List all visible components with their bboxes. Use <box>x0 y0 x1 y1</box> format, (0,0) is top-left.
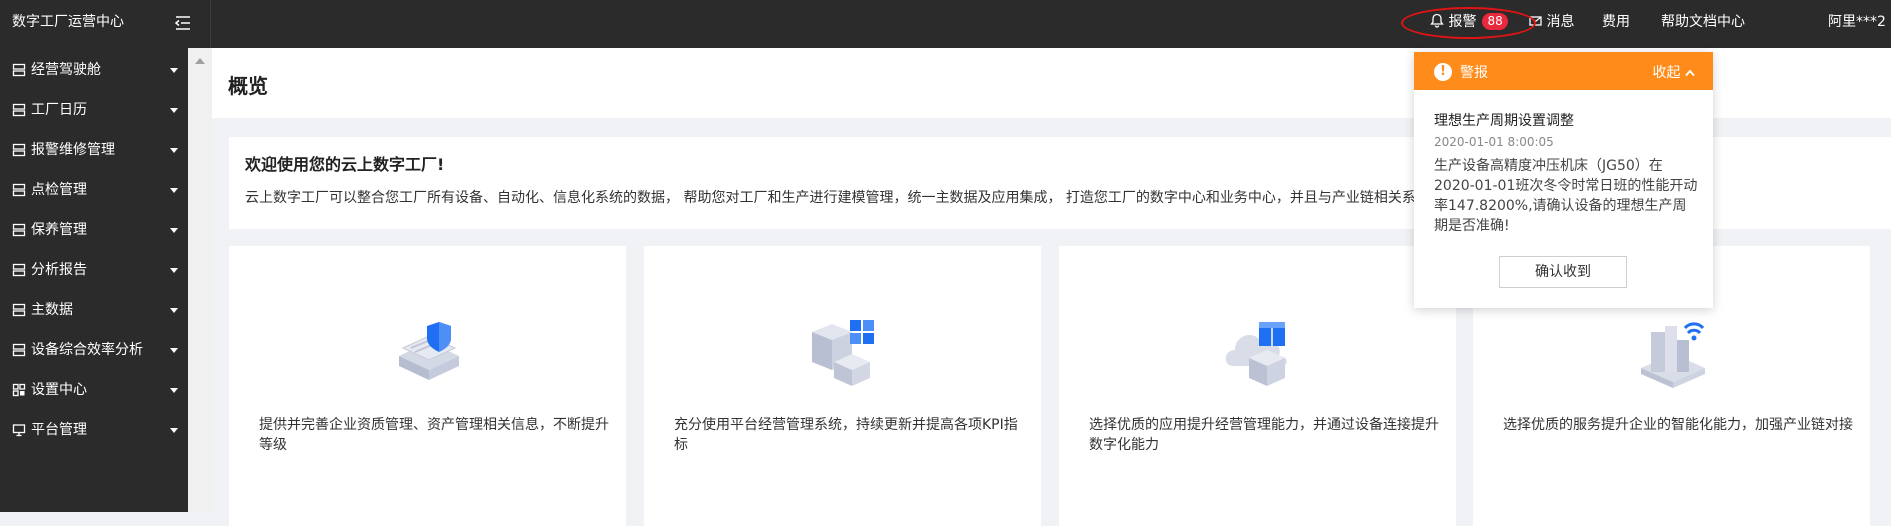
sidebar-item-label: 点检管理 <box>31 182 87 198</box>
sidebar-item-label: 平台管理 <box>31 422 87 438</box>
sidebar-item-settings[interactable]: 设置中心 <box>0 370 188 410</box>
messages-label: 消息 <box>1546 14 1575 30</box>
user-name: 阿里***2 <box>1828 14 1886 30</box>
collapse-label: 收起 <box>1652 65 1681 81</box>
alarm-message-time: 2020-01-01 8:00:05 <box>1434 135 1554 149</box>
sidebar-item-label: 工厂日历 <box>31 102 87 118</box>
sidebar-item-upkeep[interactable]: 保养管理 <box>0 210 188 250</box>
sidebar-item-inspection[interactable]: 点检管理 <box>0 170 188 210</box>
sidebar-item-label: 经营驾驶舱 <box>31 62 101 78</box>
caret-down-icon <box>170 348 178 353</box>
top-bar: 数字工厂运营中心 报警 88 消息 费用 帮助文档中心 阿里***2 <box>0 0 1891 48</box>
alarm-highlight-ring <box>1401 7 1536 39</box>
help-label: 帮助文档中心 <box>1661 14 1745 30</box>
help-nav-item[interactable]: 帮助文档中心 <box>1661 0 1745 45</box>
caret-down-icon <box>170 108 178 113</box>
confirm-received-button[interactable]: 确认收到 <box>1499 256 1627 288</box>
collapse-button[interactable]: 收起 <box>1653 62 1695 82</box>
sidebar-item-factory-calendar[interactable]: 工厂日历 <box>0 90 188 130</box>
shield-document-icon <box>399 322 459 380</box>
sidebar-item-analysis-report[interactable]: 分析报告 <box>0 250 188 290</box>
server-icon <box>12 303 26 317</box>
grid-icon <box>12 383 26 397</box>
app-title: 数字工厂运营中心 <box>12 14 124 30</box>
sidebar-item-label: 报警维修管理 <box>31 142 115 158</box>
monitor-icon <box>12 424 26 437</box>
sidebar-item-platform[interactable]: 平台管理 <box>0 410 188 450</box>
sidebar-item-business-cockpit[interactable]: 经营驾驶舱 <box>0 50 188 90</box>
cube-grid-icon <box>812 320 874 386</box>
alarm-popup-title: 警报 <box>1460 65 1488 81</box>
fees-nav-item[interactable]: 费用 <box>1602 0 1630 45</box>
topbar-divider <box>210 0 211 48</box>
feature-card-description: 充分使用平台经营管理系统，持续更新并提高各项KPI指标 <box>674 417 1018 453</box>
caret-down-icon <box>170 308 178 313</box>
server-icon <box>12 183 26 197</box>
sidebar-item-label: 设置中心 <box>31 382 87 398</box>
caret-down-icon <box>170 228 178 233</box>
server-icon <box>12 63 26 77</box>
caret-down-icon <box>170 68 178 73</box>
building-wifi-icon <box>1641 322 1705 388</box>
sidebar-item-label: 主数据 <box>31 302 73 318</box>
caret-down-icon <box>170 428 178 433</box>
alarm-message-title: 理想生产周期设置调整 <box>1434 113 1574 129</box>
page-title: 概览 <box>228 74 268 98</box>
fees-label: 费用 <box>1602 14 1630 30</box>
sidebar: 经营驾驶舱 工厂日历 报警维修管理 点检管理 保养管理 分析报告 主数据 设备综… <box>0 48 188 512</box>
chevron-up-icon <box>1685 69 1695 77</box>
server-icon <box>12 143 26 157</box>
feature-card[interactable]: 选择优质的应用提升经营管理能力，并通过设备连接提升数字化能力 <box>1059 246 1456 526</box>
caret-down-icon <box>170 388 178 393</box>
user-menu[interactable]: 阿里***2 <box>1828 0 1891 45</box>
feature-card-description: 提供并完善企业资质管理、资产管理相关信息，不断提升等级 <box>259 417 609 453</box>
sidebar-item-label: 设备综合效率分析 <box>31 342 143 358</box>
sidebar-item-oee-analysis[interactable]: 设备综合效率分析 <box>0 330 188 370</box>
menu-collapse-icon[interactable] <box>173 13 193 33</box>
sidebar-item-label: 保养管理 <box>31 222 87 238</box>
scroll-up-icon[interactable] <box>195 58 205 64</box>
caret-down-icon <box>170 268 178 273</box>
sidebar-item-master-data[interactable]: 主数据 <box>0 290 188 330</box>
welcome-description: 云上数字工厂可以整合您工厂所有设备、自动化、信息化系统的数据， 帮助您对工厂和生… <box>245 190 1430 206</box>
server-icon <box>12 103 26 117</box>
alarm-message-body: 生产设备高精度冲压机床（JG50）在2020-01-01班次冬令时常日班的性能开… <box>1434 158 1698 234</box>
server-icon <box>12 223 26 237</box>
feature-card-description: 选择优质的应用提升经营管理能力，并通过设备连接提升数字化能力 <box>1089 417 1439 453</box>
welcome-title: 欢迎使用您的云上数字工厂! <box>245 155 445 174</box>
sidebar-scrollbar[interactable] <box>188 48 212 512</box>
warning-icon: ! <box>1434 63 1452 81</box>
server-icon <box>12 343 26 357</box>
sidebar-item-label: 分析报告 <box>31 262 87 278</box>
caret-down-icon <box>170 188 178 193</box>
sidebar-item-alarm-maintenance[interactable]: 报警维修管理 <box>0 130 188 170</box>
server-icon <box>12 263 26 277</box>
cloud-box-icon <box>1225 322 1287 386</box>
feature-card-description: 选择优质的服务提升企业的智能化能力，加强产业链对接 <box>1503 417 1853 433</box>
alarm-popup-header: ! 警报 收起 <box>1414 52 1713 90</box>
caret-down-icon <box>170 148 178 153</box>
alarm-popup: ! 警报 收起 理想生产周期设置调整 2020-01-01 8:00:05 生产… <box>1414 52 1713 308</box>
feature-card[interactable]: 充分使用平台经营管理系统，持续更新并提高各项KPI指标 <box>644 246 1041 526</box>
feature-card[interactable]: 提供并完善企业资质管理、资产管理相关信息，不断提升等级 <box>229 246 626 526</box>
